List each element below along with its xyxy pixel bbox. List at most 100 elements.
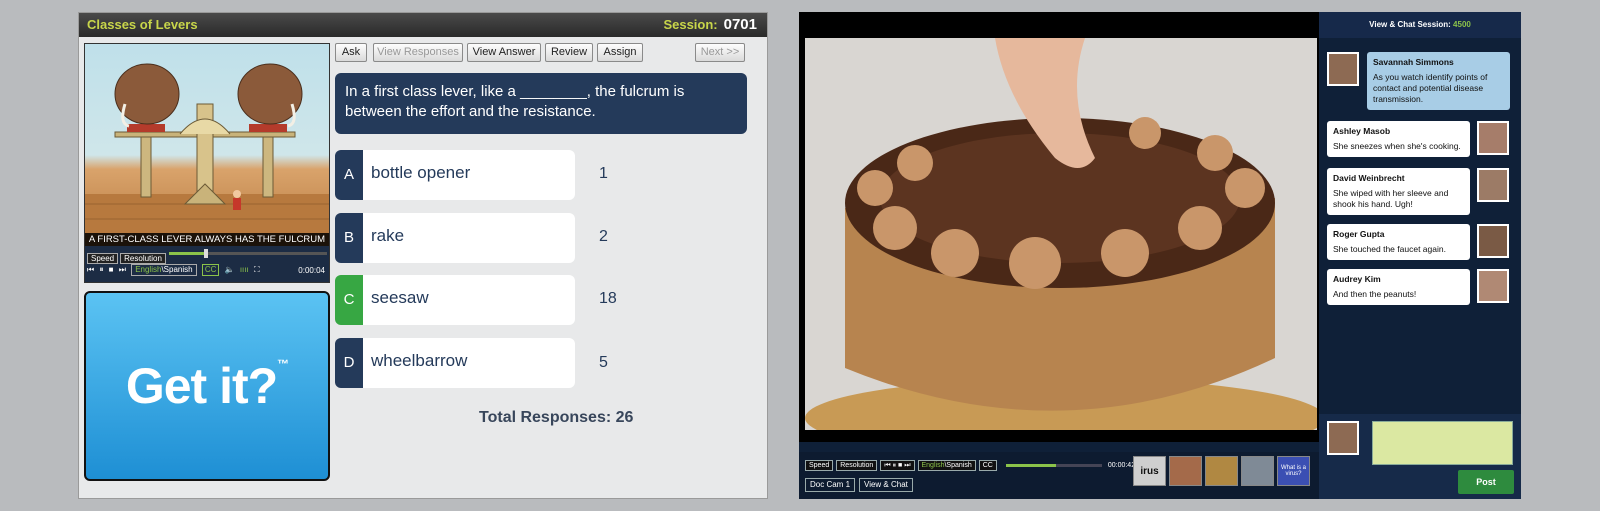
answer-text: bottle opener (363, 150, 575, 200)
avatar (1477, 121, 1509, 155)
ask-button[interactable]: Ask (335, 43, 367, 62)
chat-author: Roger Gupta (1333, 229, 1385, 239)
answer-option-d[interactable]: D wheelbarrow (335, 338, 575, 388)
chat-text: She sneezes when she's cooking. (1333, 141, 1461, 151)
chat-message: Roger Gupta She touched the faucet again… (1327, 224, 1470, 260)
chat-panel: View & Chat Session: 4500 Savannah Simmo… (1319, 12, 1521, 499)
media-controls: Speed Resolution ⏮ ⏸ ■ ⏭ English\Spanish… (799, 452, 1319, 499)
avatar (1477, 224, 1509, 258)
review-button[interactable]: Review (545, 43, 593, 62)
answer-option-c[interactable]: C seesaw (335, 275, 575, 325)
answer-text: wheelbarrow (363, 338, 575, 388)
video-caption: A FIRST-CLASS LEVER ALWAYS HAS THE FULCR… (85, 233, 329, 246)
chat-author: Audrey Kim (1333, 274, 1381, 284)
chat-message: Savannah Simmons As you watch identify p… (1367, 52, 1510, 110)
closed-caption-button[interactable]: CC (978, 459, 997, 471)
question-text: In a first class lever, like a ________,… (335, 73, 747, 134)
view-answer-button[interactable]: View Answer (467, 43, 541, 62)
speed-button[interactable]: Speed (805, 459, 834, 471)
session-indicator: Session: 0701 (663, 13, 757, 37)
answer-letter: A (335, 150, 363, 200)
next-button[interactable]: Next >> (695, 43, 745, 62)
answer-count-a: 1 (599, 165, 608, 182)
chat-text: And then the peanuts! (1333, 289, 1417, 299)
spanish-option[interactable]: Spanish (946, 462, 971, 469)
playback-buttons[interactable]: ⏮ ⏸ ■ ⏭ (880, 459, 915, 471)
answer-letter: B (335, 213, 363, 263)
assign-button[interactable]: Assign (597, 43, 643, 62)
answer-letter: D (335, 338, 363, 388)
answer-text: rake (363, 213, 575, 263)
chat-author: David Weinbrecht (1333, 173, 1405, 183)
avatar (1477, 168, 1509, 202)
answer-text: seesaw (363, 275, 575, 325)
language-toggle[interactable]: English\Spanish (131, 264, 197, 276)
cake-photo[interactable] (805, 38, 1317, 430)
chat-compose-area: Post (1319, 414, 1521, 499)
view-responses-button[interactable]: View Responses (373, 43, 463, 62)
volume-icon[interactable]: 🔈 (225, 265, 235, 274)
thumbnail[interactable]: irus (1133, 456, 1166, 486)
language-toggle[interactable]: English\Spanish (917, 459, 976, 471)
session-label: Session: (663, 17, 718, 32)
progress-knob[interactable] (203, 249, 208, 258)
chat-message: David Weinbrecht She wiped with her slee… (1327, 168, 1470, 215)
english-option[interactable]: English (135, 265, 161, 274)
doc-cam-button[interactable]: Doc Cam 1 (805, 478, 856, 492)
lever-illustration (85, 63, 329, 246)
chat-session-number: 4500 (1453, 20, 1471, 29)
session-number: 0701 (723, 16, 757, 33)
quiz-panel: Classes of Levers Session: 0701 A FIRST-… (78, 12, 768, 499)
chat-text: As you watch identify points of contact … (1373, 72, 1488, 104)
chat-message: Ashley Masob She sneezes when she's cook… (1327, 121, 1470, 157)
fullscreen-icon[interactable]: ⛶ (254, 265, 260, 275)
avatar (1477, 269, 1509, 303)
chat-header: View & Chat Session: 4500 (1319, 12, 1521, 38)
chat-author: Savannah Simmons (1373, 57, 1454, 67)
chat-text: She wiped with her sleeve and shook his … (1333, 188, 1449, 209)
answer-letter: C (335, 275, 363, 325)
progress-fill (169, 252, 204, 255)
lesson-title: Classes of Levers (87, 17, 198, 32)
video-progress-bar[interactable] (169, 249, 327, 258)
answer-option-a[interactable]: A bottle opener (335, 150, 575, 200)
thumbnail[interactable] (1169, 456, 1202, 486)
volume-level-icon[interactable]: ıııı (240, 265, 249, 274)
view-chat-button[interactable]: View & Chat (859, 478, 913, 492)
view-chat-panel: Speed Resolution ⏮ ⏸ ■ ⏭ English\Spanish… (799, 12, 1521, 499)
video-player[interactable]: A FIRST-CLASS LEVER ALWAYS HAS THE FULCR… (84, 43, 330, 283)
chat-input[interactable] (1372, 421, 1513, 465)
stop-icon[interactable]: ■ (109, 265, 114, 274)
avatar (1327, 52, 1359, 86)
avatar (1327, 421, 1359, 455)
chat-message: Audrey Kim And then the peanuts! (1327, 269, 1470, 305)
chat-text: She touched the faucet again. (1333, 244, 1446, 254)
total-responses: Total Responses: 26 (479, 409, 634, 426)
closed-caption-button[interactable]: CC (201, 264, 220, 276)
post-button[interactable]: Post (1458, 470, 1514, 494)
thumbnail[interactable] (1241, 456, 1274, 486)
speed-button[interactable]: Speed (87, 253, 119, 264)
resolution-button[interactable]: Resolution (836, 459, 878, 471)
video-frame[interactable]: A FIRST-CLASS LEVER ALWAYS HAS THE FULCR… (85, 44, 329, 246)
thumbnail-strip: irus What is a virus? (1133, 456, 1310, 486)
title-bar: Classes of Levers Session: 0701 (79, 13, 767, 37)
answer-option-b[interactable]: B rake (335, 213, 575, 263)
get-it-text: Get it? (125, 358, 278, 414)
chat-author: Ashley Masob (1333, 126, 1391, 136)
video-controls-top: Speed Resolution (87, 248, 327, 264)
spanish-option[interactable]: Spanish (164, 265, 193, 274)
pause-icon[interactable]: ⏸ (99, 265, 103, 275)
thumbnail[interactable]: What is a virus? (1277, 456, 1310, 486)
media-timecode: 00:00:42 (1107, 461, 1136, 469)
get-it-button[interactable]: Get it?™ (84, 291, 330, 481)
media-progress-bar[interactable] (1005, 463, 1102, 467)
resolution-button[interactable]: Resolution (120, 253, 166, 264)
source-buttons: Doc Cam 1 View & Chat (805, 478, 913, 492)
video-controls-bottom: ⏮ ⏸ ■ ⏭ English\Spanish CC 🔈 ıııı ⛶ 0:00… (87, 264, 327, 278)
answer-count-b: 2 (599, 228, 608, 245)
thumbnail[interactable] (1205, 456, 1238, 486)
skip-forward-icon[interactable]: ⏭ (119, 265, 126, 275)
skip-back-icon[interactable]: ⏮ (87, 265, 94, 275)
english-option[interactable]: English (922, 462, 945, 469)
